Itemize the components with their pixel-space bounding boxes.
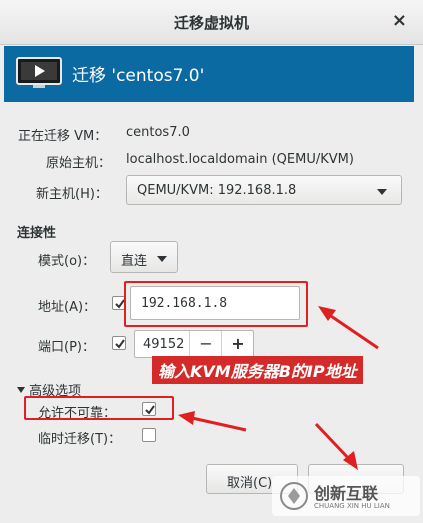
arrow-to-address <box>318 306 379 350</box>
annotation-arrows <box>178 306 379 470</box>
watermark-en: CHUANG XIN HU LIAN <box>314 502 390 510</box>
watermark-cn: 创新互联 <box>314 484 379 503</box>
arrow-to-unsafe <box>178 411 247 432</box>
watermark-logo: 创新互联 CHUANG XIN HU LIAN <box>272 474 420 518</box>
arrow-to-migrate <box>314 422 358 470</box>
